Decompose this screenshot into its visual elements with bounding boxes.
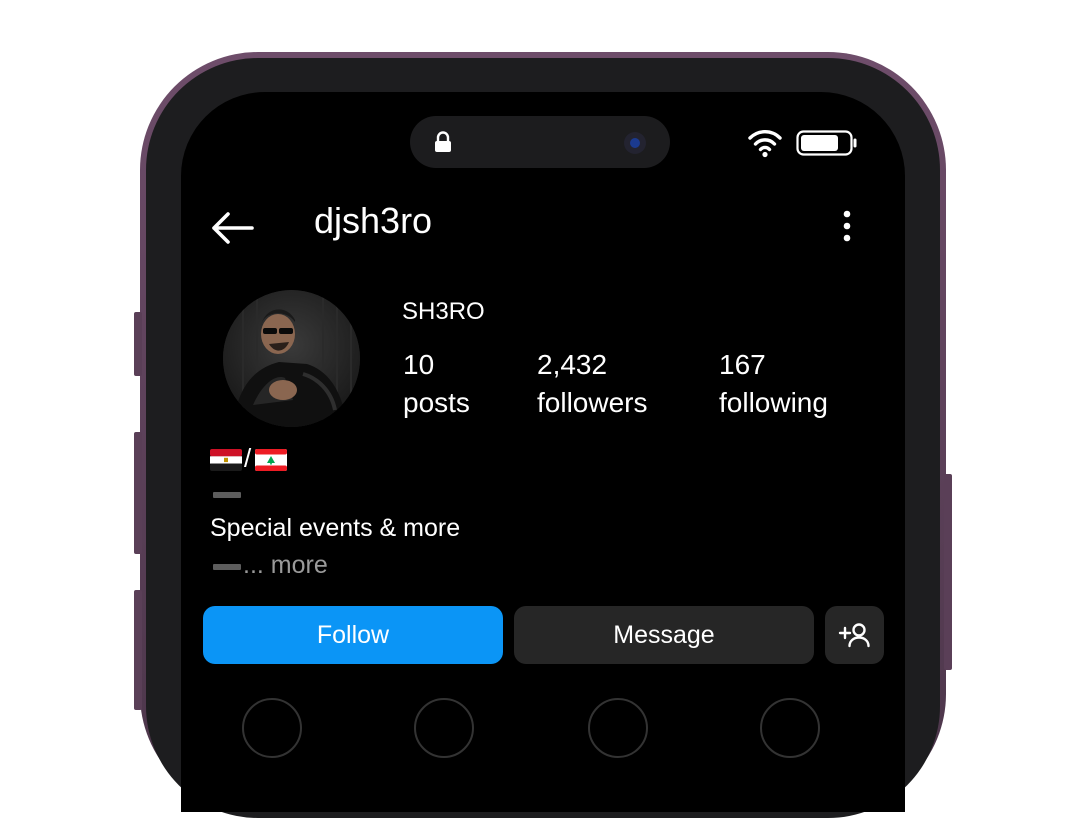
bio-divider-dash-2	[213, 564, 241, 570]
flags-separator: /	[244, 443, 252, 473]
bio-more-link[interactable]: ... more	[243, 551, 328, 580]
stat-followers-label: followers	[537, 387, 648, 418]
stat-followers[interactable]: 2,432 followers	[537, 346, 647, 422]
battery-icon	[796, 130, 857, 156]
bio-line: Special events & more	[210, 514, 461, 542]
story-highlight[interactable]	[242, 698, 302, 758]
front-camera	[624, 132, 646, 154]
stat-following[interactable]: 167 following	[719, 346, 828, 422]
more-options-icon[interactable]	[835, 206, 859, 246]
stat-posts-count: 10	[403, 349, 435, 380]
story-highlight[interactable]	[588, 698, 648, 758]
person-plus-icon	[838, 623, 870, 648]
lock-icon	[435, 131, 451, 152]
side-button-volume-down	[134, 590, 142, 710]
side-button-power	[944, 474, 952, 670]
stat-following-label: following	[719, 387, 828, 418]
message-button[interactable]: Message	[514, 606, 814, 664]
follow-button-label: Follow	[316, 620, 390, 649]
story-highlight[interactable]	[414, 698, 474, 758]
bio-divider-dash	[213, 492, 241, 498]
stat-posts-label: posts	[403, 387, 470, 418]
lebanon-flag-icon	[255, 449, 287, 471]
stat-followers-count: 2,432	[537, 349, 608, 380]
message-button-label: Message	[613, 620, 715, 649]
stat-posts[interactable]: 10 posts	[403, 346, 470, 422]
side-button-action	[134, 312, 142, 376]
profile-avatar[interactable]	[223, 290, 360, 427]
egypt-flag-icon	[210, 449, 242, 471]
bio-flags: /	[210, 443, 300, 476]
add-user-button[interactable]	[825, 606, 884, 664]
display-name: SH3RO	[402, 298, 485, 325]
side-button-volume-up	[134, 432, 142, 554]
stat-following-count: 167	[719, 349, 766, 380]
avatar-photo	[223, 290, 360, 427]
back-arrow-icon[interactable]	[210, 210, 254, 246]
profile-username: djsh3ro	[314, 200, 433, 241]
story-highlight[interactable]	[760, 698, 820, 758]
follow-button[interactable]: Follow	[203, 606, 503, 664]
wifi-icon	[748, 130, 782, 158]
